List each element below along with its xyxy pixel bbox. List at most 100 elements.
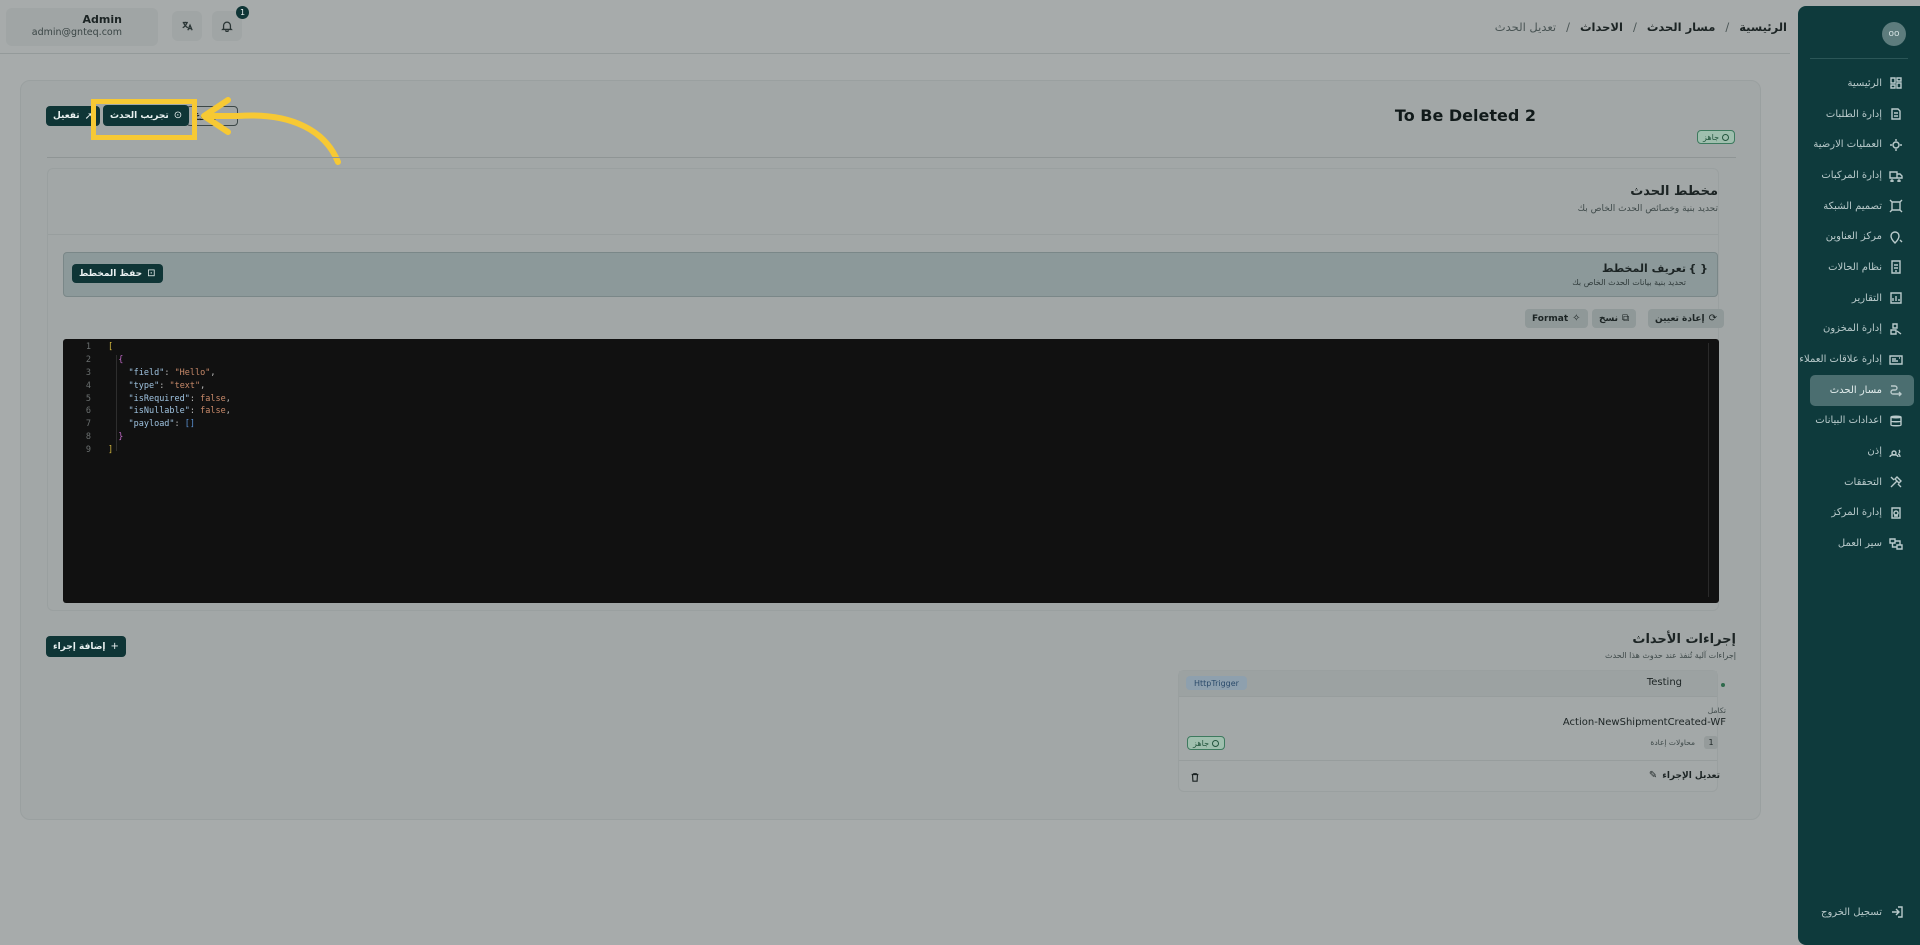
users-icon — [1888, 445, 1904, 459]
sidebar-item-address[interactable]: مركز العناوين — [1810, 221, 1914, 252]
reports-icon — [1888, 291, 1904, 305]
line-number: 4 — [85, 380, 91, 391]
breadcrumb-current: تعديل الحدث — [1494, 20, 1557, 34]
code-content[interactable]: [ { "field": "Hello", "type": "text", "i… — [108, 341, 231, 457]
sidebar: oo الرئيسية إدارة الطلبات العمليات الارضية… — [1798, 6, 1920, 945]
retry-count: 1 — [1704, 736, 1718, 749]
database-icon — [1888, 414, 1904, 428]
format-label: Format — [1532, 313, 1569, 324]
language-button[interactable] — [172, 11, 202, 41]
schema-definition-title: تعريف المخطط — [1602, 262, 1686, 275]
format-button[interactable]: ✧ Format — [1525, 309, 1588, 328]
breadcrumb-event-path[interactable]: مسار الحدث — [1647, 20, 1716, 34]
breadcrumb-home[interactable]: الرئيسية — [1739, 20, 1787, 34]
status-badge-label: جاهز — [1703, 132, 1720, 142]
line-number: 7 — [85, 419, 91, 430]
copy-button[interactable]: ⧉ نسخ — [1592, 309, 1637, 328]
sidebar-item-crm[interactable]: إدارة علاقات العملاء — [1799, 344, 1914, 375]
sidebar-item-tools[interactable]: التحققات — [1810, 467, 1914, 498]
sidebar-item-network[interactable]: تصميم الشبكة — [1810, 191, 1914, 222]
bell-icon — [221, 21, 233, 32]
translate-icon — [182, 21, 193, 31]
code-line: "isRequired": false, — [128, 393, 231, 404]
reset-button[interactable]: ⟳ إعادة تعيين — [1648, 309, 1724, 328]
breadcrumb-separator: / — [1566, 20, 1570, 34]
logout-icon — [1892, 906, 1903, 918]
breadcrumb: الرئيسية / مسار الحدث / الاحداث / تعديل … — [1495, 20, 1787, 34]
line-number: 8 — [85, 432, 91, 443]
sidebar-item-center[interactable]: إدارة المركز — [1810, 498, 1914, 529]
network-icon — [1888, 199, 1904, 213]
add-action-button[interactable]: + إضافة إجراء — [46, 636, 126, 657]
logout-button[interactable]: تسجيل الخروج — [1821, 905, 1904, 919]
sidebar-item-label: إدارة المركز — [1831, 507, 1882, 519]
sidebar-item-truck[interactable]: إدارة المركبات — [1810, 160, 1914, 191]
check-circle-icon — [1212, 739, 1220, 747]
sidebar-item-label: العمليات الارضية — [1813, 139, 1882, 151]
sidebar-item-label: إدارة المخزون — [1822, 323, 1882, 335]
save-icon: ⊡ — [147, 268, 156, 279]
user-email: admin@gnteq.com — [31, 27, 122, 38]
action-status-label: جاهز — [1193, 738, 1210, 748]
code-line: "field": "Hello", — [128, 367, 216, 378]
sidebar-item-label: الرئيسية — [1847, 77, 1882, 89]
code-line: "payload": [] — [128, 419, 196, 430]
check-circle-icon — [1722, 133, 1730, 141]
line-number: 9 — [85, 445, 91, 456]
sidebar-item-ground-ops[interactable]: العمليات الارضية — [1810, 129, 1914, 160]
reset-label: إعادة تعيين — [1655, 313, 1705, 324]
breadcrumb-events[interactable]: الاحداث — [1580, 20, 1623, 34]
trash-icon — [1191, 773, 1199, 782]
editor-scrollbar[interactable] — [1708, 343, 1709, 597]
header-divider — [47, 157, 1736, 158]
copy-icon: ⧉ — [1622, 313, 1630, 324]
sidebar-item-label: إذن — [1867, 446, 1882, 458]
delete-action-button[interactable] — [1187, 769, 1203, 785]
notification-badge: 1 — [236, 6, 249, 19]
sidebar-item-label: اعدادات البيانات — [1815, 415, 1882, 427]
sidebar-item-orders[interactable]: إدارة الطلبات — [1810, 99, 1914, 130]
actions-subtitle: إجراءات آلية تُنفذ عند حدوث هذا الحدث — [1605, 651, 1736, 660]
inventory-icon — [1888, 322, 1904, 336]
line-number: 1 — [85, 342, 91, 352]
sidebar-item-label: إدارة الطلبات — [1825, 108, 1882, 120]
edit-action-button[interactable]: تعديل الإجراء ✎ — [1649, 770, 1720, 781]
code-line: "type": "text", — [128, 380, 206, 391]
truck-icon — [1888, 168, 1904, 183]
sidebar-item-inventory[interactable]: إدارة المخزون — [1810, 314, 1914, 345]
sidebar-item-status-system[interactable]: نظام الحالات — [1810, 252, 1914, 283]
action-card-divider — [1179, 760, 1717, 761]
home-icon — [1888, 76, 1904, 90]
event-path-icon — [1888, 383, 1904, 397]
status-badge: جاهز — [1697, 130, 1736, 144]
actions-title: إجراءات الأحداث — [1632, 632, 1736, 647]
save-schema-button[interactable]: ⊡ حفظ المخطط — [72, 264, 163, 283]
orders-icon — [1888, 107, 1904, 121]
breadcrumb-separator: / — [1725, 20, 1730, 34]
line-numbers: 1 2 3 4 5 6 7 8 9 — [63, 341, 103, 457]
schema-divider — [48, 234, 1718, 235]
page-title: To Be Deleted 2 — [1394, 106, 1536, 125]
sidebar-logo[interactable]: oo — [1882, 22, 1906, 46]
sidebar-item-home[interactable]: الرئيسية — [1810, 68, 1914, 99]
user-card[interactable]: Admin admin@gnteq.com — [6, 8, 158, 46]
activate-label: تفعيل — [53, 111, 80, 121]
sidebar-item-users[interactable]: إذن — [1810, 436, 1914, 467]
sidebar-item-label: التحققات — [1844, 476, 1882, 488]
sidebar-item-reports[interactable]: التقارير — [1810, 283, 1914, 314]
trigger-badge: HttpTrigger — [1186, 676, 1247, 690]
address-icon — [1888, 230, 1904, 244]
code-line: } — [118, 432, 124, 443]
sidebar-item-database[interactable]: اعدادات البيانات — [1810, 406, 1914, 437]
json-editor[interactable]: 1 2 3 4 5 6 7 8 9 [ { "field": "Hello", "type": … — [63, 339, 1719, 603]
braces-icon: { } — [1688, 262, 1709, 275]
action-card-header — [1179, 671, 1717, 697]
sidebar-item-event-path[interactable]: مسار الحدث — [1810, 374, 1914, 406]
sidebar-item-label: تصميم الشبكة — [1823, 200, 1882, 212]
logout-label: تسجيل الخروج — [1820, 906, 1882, 918]
active-dot-icon — [1721, 683, 1725, 687]
workflow-icon — [1888, 537, 1904, 551]
status-system-icon — [1888, 260, 1904, 275]
schema-title: مخطط الحدث — [1630, 184, 1718, 199]
sidebar-item-workflow[interactable]: سير العمل — [1810, 528, 1914, 559]
